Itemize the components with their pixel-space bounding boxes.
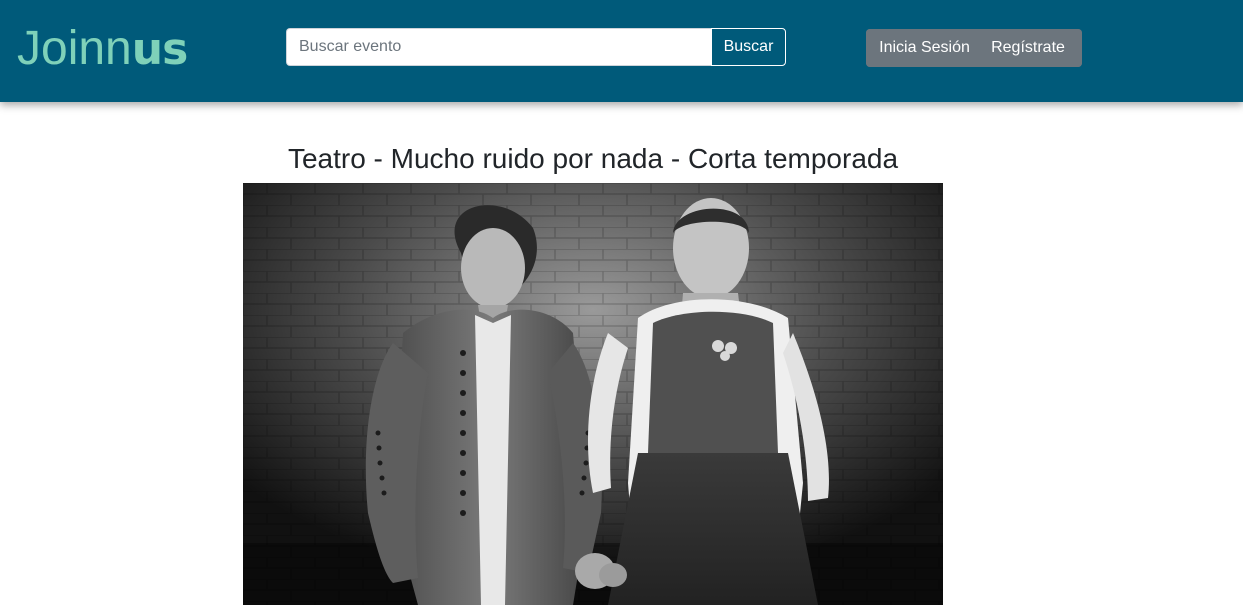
joinnus-logo[interactable]: Joinnus	[17, 22, 189, 76]
logo-text-thin: Joinn	[17, 22, 132, 75]
auth-button-group: Inicia Sesión Regístrate	[866, 29, 1082, 67]
navbar: Joinnus Buscar Inicia Sesión Regístrate	[0, 0, 1243, 102]
search-input[interactable]	[286, 28, 711, 66]
search-button[interactable]: Buscar	[711, 28, 786, 66]
logo-text-bold: us	[131, 24, 189, 75]
event-image	[243, 183, 943, 605]
event-title: Teatro - Mucho ruido por nada - Corta te…	[287, 143, 899, 174]
login-button[interactable]: Inicia Sesión	[866, 29, 982, 67]
register-button[interactable]: Regístrate	[982, 29, 1082, 67]
search-form: Buscar	[286, 28, 786, 66]
